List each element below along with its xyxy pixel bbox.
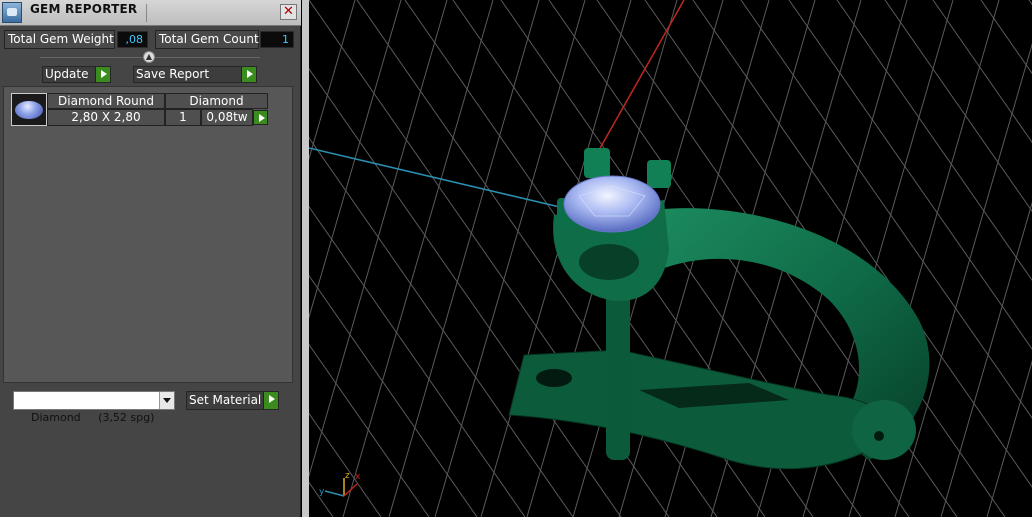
round-diamond-icon	[15, 101, 43, 119]
save-report-button-label: Save Report	[136, 67, 210, 81]
x-axis-label: x	[355, 472, 361, 482]
hinge-end	[852, 400, 916, 460]
material-select[interactable]: Diamond (3,52 spg)	[13, 391, 175, 424]
z-axis-label: z	[345, 471, 350, 481]
gem-quantity: 1	[165, 109, 201, 126]
play-arrow-icon	[241, 67, 256, 82]
ring-post	[606, 280, 630, 460]
viewport-scene	[309, 0, 1032, 517]
ring-base-plate	[508, 349, 884, 470]
update-button[interactable]: Update	[42, 66, 111, 83]
grid-line	[309, 205, 526, 517]
material-select-value: Diamond (3,52 spg)	[31, 411, 155, 424]
close-icon[interactable]: ✕	[280, 4, 297, 20]
panel-title: GEM REPORTER	[30, 2, 138, 16]
set-material-button-label: Set Material	[189, 393, 262, 407]
play-arrow-icon	[95, 67, 110, 82]
y-axis-line	[309, 147, 565, 209]
prong	[647, 160, 671, 188]
play-arrow-icon	[263, 392, 278, 409]
title-separator	[146, 4, 147, 22]
gem-material-header: Diamond	[165, 93, 268, 109]
gem-reporter-icon	[2, 2, 22, 23]
set-material-button[interactable]: Set Material	[186, 391, 279, 410]
save-report-button[interactable]: Save Report	[133, 66, 257, 83]
gem-row-action-icon[interactable]	[253, 110, 268, 125]
grid-line	[980, 0, 1032, 75]
gem-list-area: Diamond Round Diamond 2,80 X 2,80 1 0,08…	[3, 86, 293, 383]
3d-viewport[interactable]: z x y	[302, 0, 1032, 517]
z-axis-line	[598, 0, 685, 151]
diamond-stone	[563, 175, 661, 233]
gem-weight: 0,08tw	[201, 109, 253, 126]
prong	[584, 148, 610, 178]
chevron-down-icon[interactable]	[159, 392, 174, 409]
y-axis-label: y	[319, 487, 325, 497]
collapse-toggle-icon[interactable]: ▲	[143, 51, 155, 63]
grid-line	[309, 0, 402, 319]
setting-opening	[579, 244, 639, 280]
axis-gizmo: z x y	[319, 466, 379, 506]
gem-shape-header: Diamond Round	[47, 93, 165, 109]
gem-size: 2,80 X 2,80	[47, 109, 165, 126]
total-gem-count-value: 1	[260, 31, 294, 48]
total-gem-weight-value: ,08	[117, 31, 148, 48]
grid-line	[986, 360, 1032, 517]
hinge-hole	[874, 431, 884, 441]
grid-line	[309, 0, 356, 161]
grid-line	[309, 481, 334, 517]
total-gem-weight-label: Total Gem Weight	[4, 30, 115, 49]
gem-thumbnail[interactable]	[11, 93, 47, 126]
update-button-label: Update	[45, 67, 89, 81]
gem-reporter-panel: GEM REPORTER ✕ Total Gem Weight ,08 Tota…	[0, 0, 301, 517]
total-gem-count-label: Total Gem Count	[155, 30, 259, 49]
panel-titlebar[interactable]: GEM REPORTER ✕	[0, 0, 301, 26]
plate-slot	[536, 369, 572, 387]
